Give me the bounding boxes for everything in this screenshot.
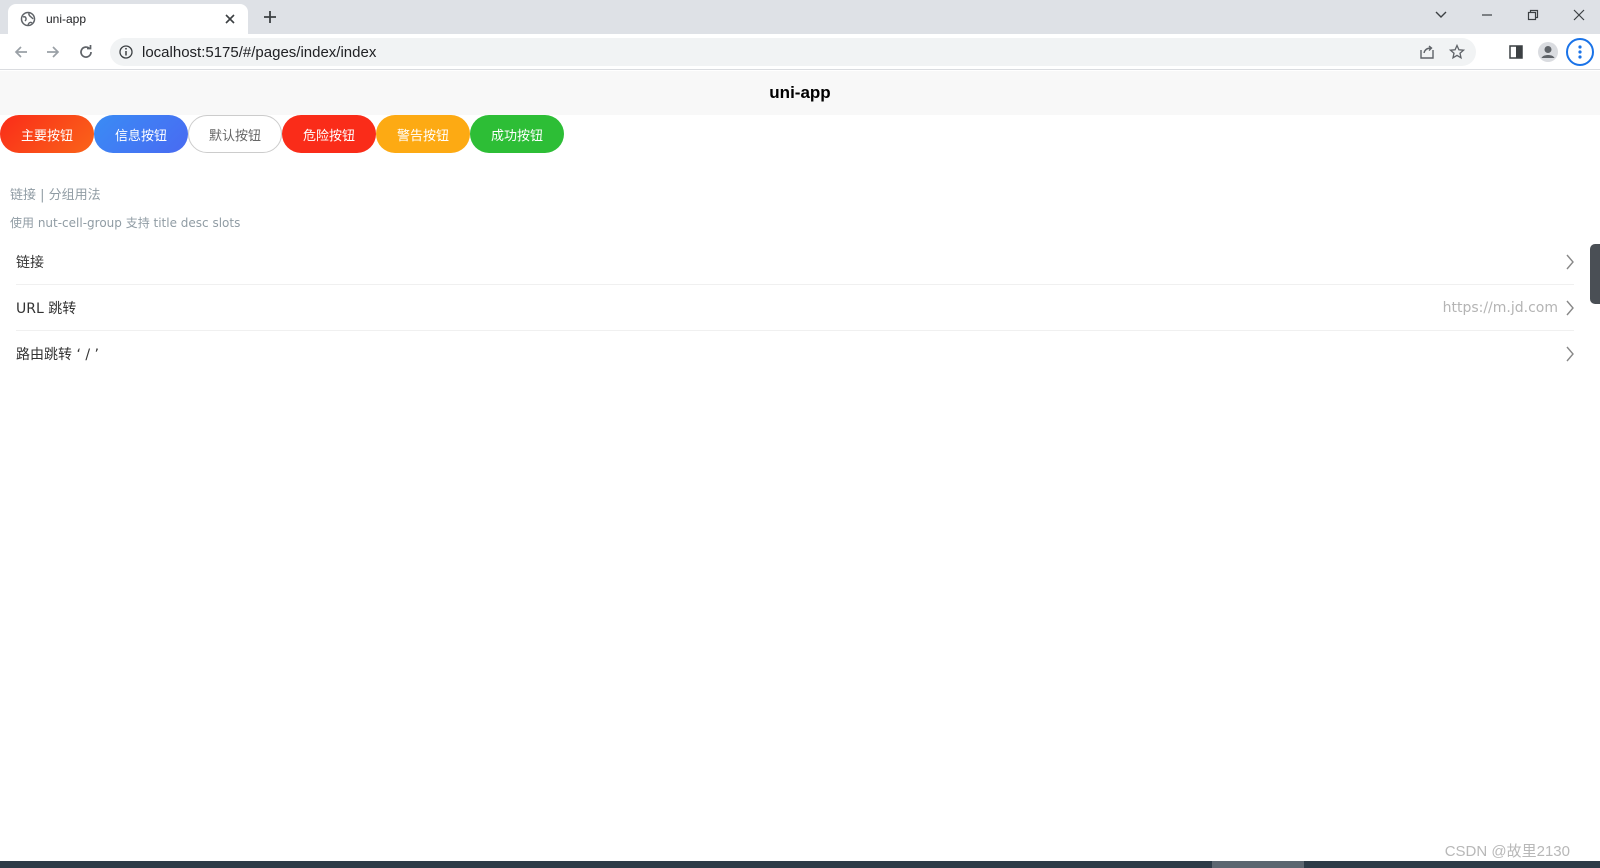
tab-title: uni-app bbox=[46, 12, 87, 26]
page-title: uni-app bbox=[769, 83, 831, 102]
back-button[interactable] bbox=[10, 41, 32, 63]
cell-group-desc: 使用 nut-cell-group 支持 title desc slots bbox=[10, 216, 241, 230]
kebab-menu-icon bbox=[1578, 45, 1582, 59]
taskbar bbox=[0, 861, 1600, 868]
side-panel-button[interactable] bbox=[1504, 40, 1528, 64]
cell-desc: https://m.jd.com bbox=[1442, 300, 1558, 316]
cell-title: URL 跳转 bbox=[16, 301, 77, 317]
arrow-right-icon bbox=[47, 46, 60, 58]
side-drawer-handle[interactable] bbox=[1590, 244, 1600, 304]
forward-button[interactable] bbox=[42, 41, 64, 63]
restore-icon bbox=[1527, 9, 1539, 21]
minimize-icon bbox=[1482, 14, 1492, 16]
globe-icon bbox=[20, 11, 36, 27]
close-icon[interactable] bbox=[222, 11, 238, 27]
default-button[interactable]: 默认按钮 bbox=[188, 115, 282, 153]
primary-button[interactable]: 主要按钮 bbox=[0, 115, 94, 153]
info-button[interactable]: 信息按钮 bbox=[94, 115, 188, 153]
success-button[interactable]: 成功按钮 bbox=[470, 115, 564, 153]
chevron-right-icon bbox=[1564, 253, 1576, 271]
watermark: CSDN @故里2130 bbox=[1444, 843, 1570, 860]
share-icon[interactable] bbox=[1416, 41, 1438, 63]
danger-button[interactable]: 危险按钮 bbox=[282, 115, 376, 153]
address-bar[interactable]: localhost:5175/#/pages/index/index bbox=[110, 38, 1476, 66]
url-text[interactable]: localhost:5175/#/pages/index/index bbox=[142, 44, 1416, 61]
restore-button[interactable] bbox=[1516, 2, 1550, 28]
browser-toolbar: localhost:5175/#/pages/index/index bbox=[0, 34, 1600, 70]
window-close-button[interactable] bbox=[1562, 2, 1596, 28]
cell-title: 链接 bbox=[16, 255, 44, 271]
cell-link[interactable]: 链接 bbox=[0, 239, 1590, 285]
cell-url-jump[interactable]: URL 跳转 https://m.jd.com bbox=[0, 285, 1590, 331]
plus-icon bbox=[264, 11, 276, 23]
cell-route-jump[interactable]: 路由跳转 ‘ / ’ bbox=[0, 331, 1590, 377]
close-window-icon bbox=[1573, 9, 1585, 21]
minimize-button[interactable] bbox=[1470, 2, 1504, 28]
navigation-bar: uni-app bbox=[0, 71, 1600, 115]
browser-menu-button[interactable] bbox=[1566, 38, 1594, 66]
profile-button[interactable] bbox=[1536, 40, 1560, 64]
tab-strip: uni-app bbox=[0, 0, 1600, 34]
new-tab-button[interactable] bbox=[260, 7, 280, 27]
avatar-icon bbox=[1538, 42, 1558, 62]
cell-title: 路由跳转 ‘ / ’ bbox=[16, 347, 99, 363]
taskbar-item[interactable] bbox=[1212, 861, 1304, 868]
tab-search-button[interactable] bbox=[1424, 2, 1458, 28]
chevron-down-icon bbox=[1435, 11, 1447, 18]
chevron-right-icon bbox=[1564, 345, 1576, 363]
arrow-left-icon bbox=[14, 46, 27, 58]
reload-button[interactable] bbox=[75, 41, 97, 63]
reload-icon bbox=[80, 45, 92, 58]
info-icon[interactable] bbox=[118, 44, 134, 60]
chevron-right-icon bbox=[1564, 299, 1576, 317]
warning-button[interactable]: 警告按钮 bbox=[376, 115, 470, 153]
button-row: 主要按钮 信息按钮 默认按钮 危险按钮 警告按钮 成功按钮 bbox=[0, 115, 564, 153]
cell-group-title: 链接 | 分组用法 bbox=[10, 188, 101, 203]
side-panel-icon bbox=[1509, 45, 1523, 59]
browser-tab[interactable]: uni-app bbox=[8, 4, 248, 34]
bookmark-star-icon[interactable] bbox=[1446, 41, 1468, 63]
